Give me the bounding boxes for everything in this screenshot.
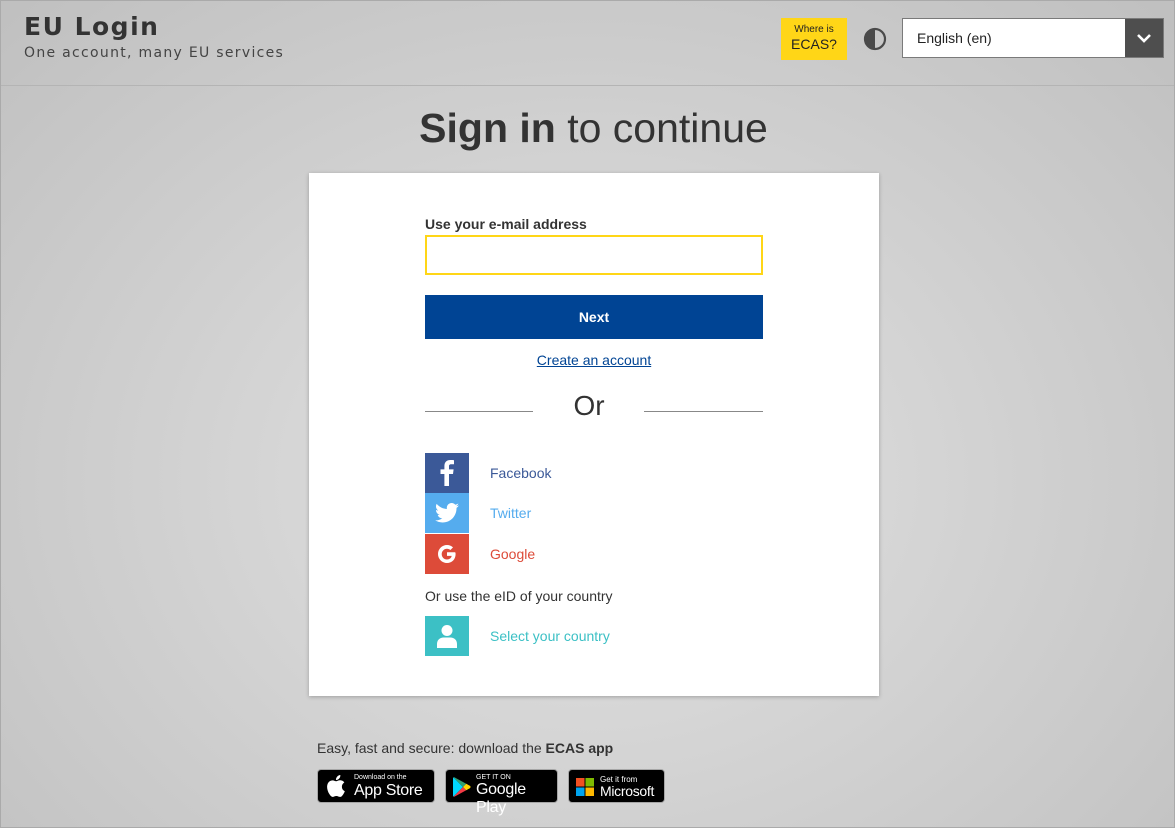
or-divider-text: Or <box>573 390 605 421</box>
brand-subtitle: One account, many EU services <box>24 45 285 61</box>
google-play-icon <box>453 777 471 802</box>
facebook-icon <box>425 453 469 493</box>
app-download-text-bold: ECAS app <box>545 740 614 756</box>
google-login-button[interactable]: Google <box>425 534 725 574</box>
ecas-button-line2: ECAS? <box>791 36 837 52</box>
ecas-button-line1: Where is <box>794 24 834 35</box>
create-account-link[interactable]: Create an account <box>425 352 763 368</box>
google-play-small-text: GET IT ON <box>476 774 511 781</box>
app-store-badge[interactable]: Download on the App Store <box>317 769 435 803</box>
contrast-icon[interactable] <box>863 27 887 51</box>
twitter-label: Twitter <box>490 505 532 521</box>
brand-title: EU Login <box>24 12 160 41</box>
eid-text: Or use the eID of your country <box>425 588 613 604</box>
facebook-login-button[interactable]: Facebook <box>425 453 725 493</box>
app-download-text-prefix: Easy, fast and secure: download the <box>317 740 546 756</box>
app-download-text: Easy, fast and secure: download the ECAS… <box>317 740 613 756</box>
language-select[interactable]: English (en) <box>902 18 1164 58</box>
google-play-badge[interactable]: GET IT ON Google Play <box>445 769 558 816</box>
header: EU Login One account, many EU services W… <box>1 1 1174 86</box>
language-select-value: English (en) <box>917 30 992 46</box>
email-label: Use your e-mail address <box>425 216 587 232</box>
twitter-icon <box>425 493 469 533</box>
person-icon <box>425 616 469 656</box>
where-is-ecas-button[interactable]: Where is ECAS? <box>781 18 847 60</box>
google-label: Google <box>490 546 536 562</box>
select-country-button[interactable]: Select your country <box>425 616 725 656</box>
or-divider-right <box>644 411 763 412</box>
page-title-rest: to continue <box>555 105 768 151</box>
twitter-login-button[interactable]: Twitter <box>425 493 725 533</box>
google-icon <box>425 534 469 574</box>
google-play-big-text: Google Play <box>476 781 526 816</box>
login-card: Use your e-mail address Next Create an a… <box>309 173 879 696</box>
microsoft-icon <box>576 778 594 801</box>
microsoft-big-text: Microsoft <box>600 783 655 799</box>
facebook-label: Facebook <box>490 465 552 481</box>
email-input[interactable] <box>425 235 763 275</box>
next-button[interactable]: Next <box>425 295 763 339</box>
app-store-small-text: Download on the <box>354 774 407 781</box>
page-title: Sign in to continue <box>1 105 1175 152</box>
chevron-down-icon[interactable] <box>1125 19 1163 57</box>
microsoft-store-badge[interactable]: Get it from Microsoft <box>568 769 665 803</box>
page-title-bold: Sign in <box>419 105 556 151</box>
select-country-label: Select your country <box>490 628 610 644</box>
apple-icon <box>327 775 345 802</box>
app-store-big-text: App Store <box>354 782 423 799</box>
